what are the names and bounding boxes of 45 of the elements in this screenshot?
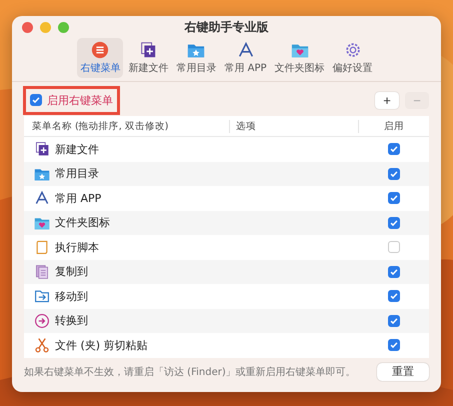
enable-checkbox[interactable] (388, 290, 400, 302)
menu-icon (91, 41, 110, 59)
hint-text: 如果右键菜单不生效，请重启「访达 (Finder)」或重新启用右键菜单即可。 (24, 366, 356, 378)
toolbar-tab[interactable]: 偏好设置 (330, 38, 376, 78)
enable-checkbox[interactable] (388, 314, 400, 327)
reset-button[interactable]: 重置 (377, 362, 429, 380)
enable-checkbox[interactable] (388, 143, 400, 156)
app-icon (34, 190, 50, 206)
table-cell: 新建文件 (55, 142, 99, 157)
app-icon (236, 41, 254, 59)
enable-checkbox[interactable] (388, 241, 400, 254)
copy-icon (34, 264, 50, 280)
table-cell: 移动到 (55, 288, 88, 304)
toolbar-tab[interactable]: 常用目录 (173, 38, 220, 78)
gear-icon (344, 41, 362, 59)
doc-plus-icon (34, 141, 50, 158)
script-icon (34, 239, 50, 256)
column-header[interactable]: 选项 (229, 120, 358, 132)
table-cell: 文件夹图标 (55, 215, 110, 230)
toolbar-tab[interactable]: 文件夹图标 (272, 38, 328, 78)
table-cell: 执行脚本 (55, 240, 99, 255)
move-icon (34, 288, 50, 304)
checkbox-label[interactable]: 启用右键菜单 (47, 92, 113, 108)
add-button[interactable]: + (375, 92, 399, 108)
column-header[interactable]: 启用 (358, 120, 429, 132)
enable-checkbox[interactable] (388, 266, 400, 278)
table-cell: 转换到 (55, 313, 88, 328)
toolbar-tab[interactable]: 新建文件 (125, 38, 172, 78)
doc-plus-icon (139, 41, 158, 59)
close-button[interactable] (22, 22, 33, 33)
toolbar-tab[interactable]: 常用 APP (221, 38, 270, 78)
enable-checkbox[interactable] (388, 192, 400, 204)
enable-checkbox[interactable] (388, 168, 400, 180)
enable-checkbox[interactable] (388, 216, 400, 229)
table-cell: 常用目录 (55, 166, 99, 182)
column-header[interactable]: 菜单名称 (拖动排序, 双击修改) (24, 120, 229, 132)
toolbar-tab[interactable]: 右键菜单 (77, 38, 124, 78)
table-cell: 文件 (夹) 剪切粘贴 (55, 338, 148, 353)
table-cell: 复制到 (55, 264, 88, 280)
table-cell: 常用 APP (55, 190, 102, 206)
enable-checkbox[interactable] (30, 94, 42, 106)
convert-icon (34, 312, 50, 329)
window-title: 右键助手专业版 (184, 18, 268, 36)
enable-checkbox[interactable] (388, 339, 400, 352)
scissors-icon (34, 337, 50, 354)
